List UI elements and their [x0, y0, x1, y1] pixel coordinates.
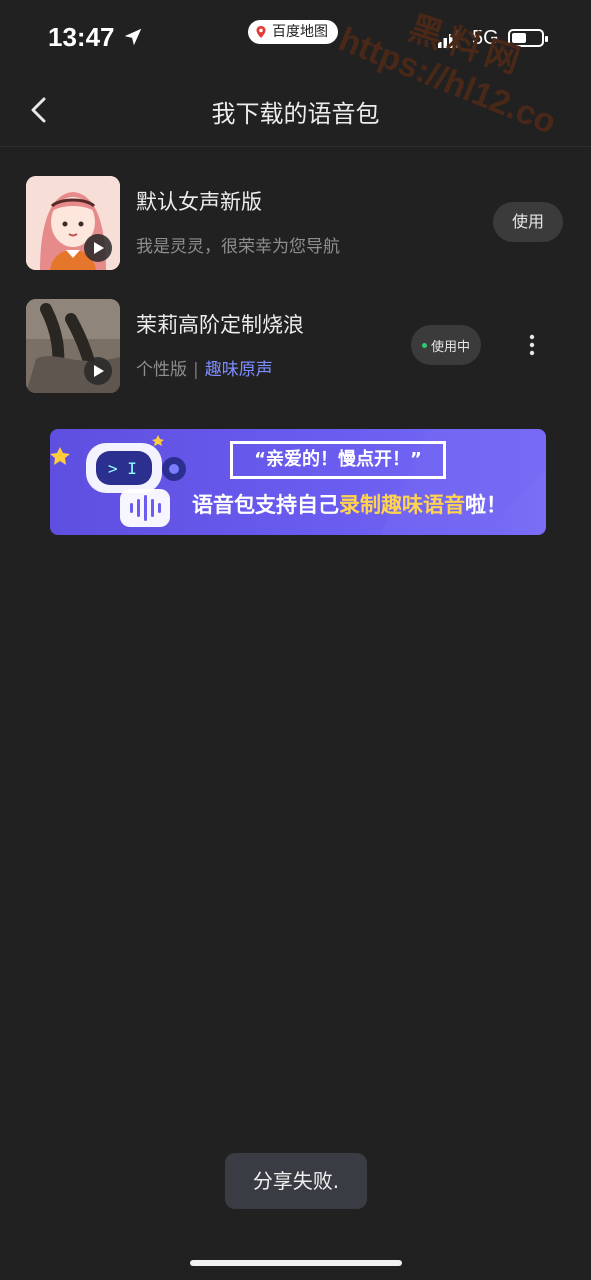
banner-text-end: 啦！ [465, 493, 507, 517]
back-to-app-pill[interactable]: 百度地图 [248, 20, 338, 44]
voice-pack-title: 默认女声新版 [136, 190, 262, 214]
home-indicator[interactable] [190, 1260, 402, 1266]
play-icon [94, 365, 104, 377]
app-pill-label: 百度地图 [272, 24, 328, 40]
voice-pack-item[interactable]: 茉莉高阶定制烧浪 个性版 | 趣味原声 使用中 [0, 299, 591, 395]
voice-pack-title: 茉莉高阶定制烧浪 [136, 313, 304, 337]
voice-style-link[interactable]: 趣味原声 [205, 360, 273, 380]
map-pin-icon [256, 26, 266, 38]
voice-pack-tag: 个性版 [136, 360, 187, 380]
voice-pack-thumbnail [26, 299, 120, 393]
active-dot [421, 342, 427, 348]
record-voice-banner[interactable]: > I “亲爱的！慢点开！” 语音包支持自己录制趣味语音啦！ [50, 429, 546, 535]
battery-icon [508, 29, 548, 47]
banner-text: 语音包支持自己录制趣味语音啦！ [192, 489, 507, 519]
location-arrow-icon [124, 28, 142, 46]
page-title: 我下载的语音包 [211, 100, 380, 128]
nav-bar: 我下载的语音包 [0, 80, 591, 147]
more-options-icon[interactable] [520, 331, 544, 359]
banner-text-start: 语音包支持自己 [192, 493, 339, 517]
banner-quote: “亲爱的！慢点开！” [230, 441, 446, 479]
status-bar: 13:47 百度地图 5G [0, 0, 591, 80]
svg-text:> I: > I [108, 459, 137, 478]
banner-text-highlight: 录制趣味语音 [339, 493, 465, 517]
signal-icon [438, 30, 458, 48]
play-preview-button[interactable] [84, 357, 112, 385]
voice-pack-subtitle: 我是灵灵，很荣幸为您导航 [136, 237, 340, 257]
in-use-button[interactable]: 使用中 [411, 325, 481, 365]
status-time: 13:47 [48, 22, 115, 52]
play-preview-button[interactable] [84, 234, 112, 262]
play-icon [94, 242, 104, 254]
network-type: 5G [472, 27, 499, 49]
use-button[interactable]: 使用 [493, 202, 563, 242]
in-use-label: 使用中 [430, 339, 470, 355]
voice-pack-thumbnail [26, 176, 120, 270]
voice-pack-item[interactable]: 默认女声新版 我是灵灵，很荣幸为您导航 使用 [0, 176, 591, 272]
voice-pack-subtitle: 个性版 | 趣味原声 [136, 355, 273, 380]
toast-message: 分享失败. [225, 1153, 367, 1209]
separator: | [193, 360, 199, 380]
